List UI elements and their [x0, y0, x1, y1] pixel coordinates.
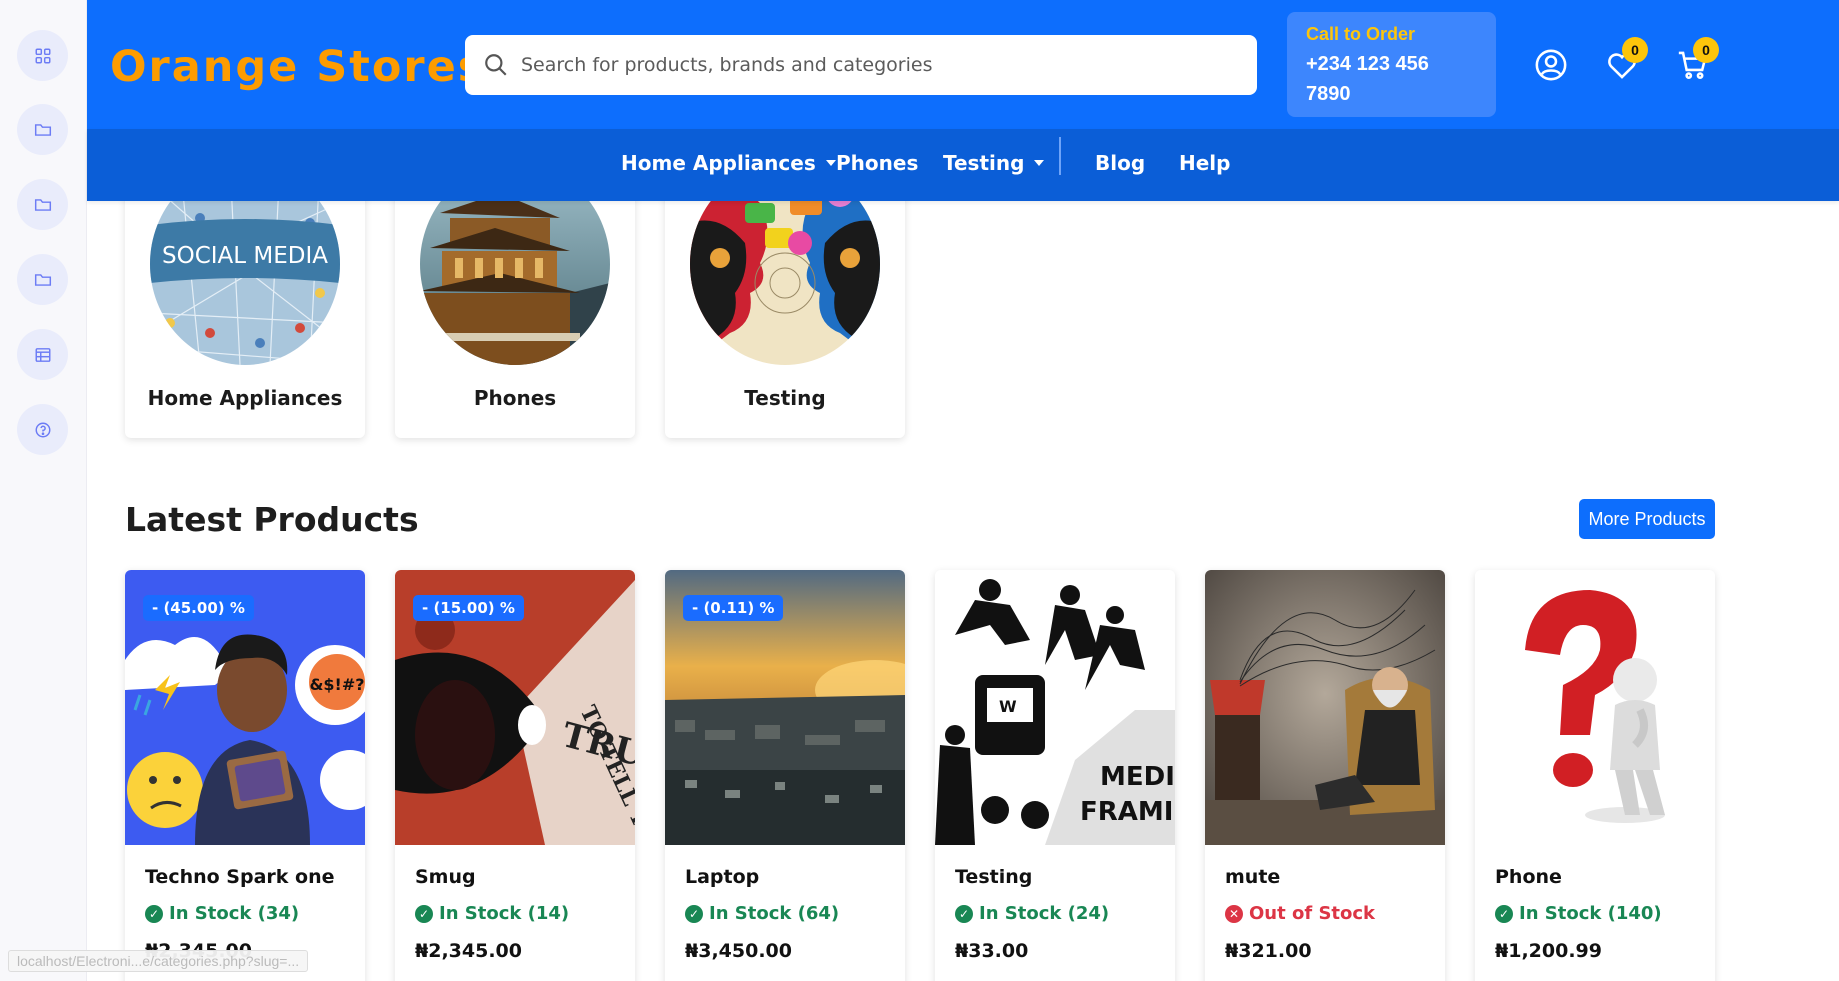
discount-badge: - (45.00) %: [143, 595, 254, 621]
stock-text: In Stock (64): [709, 903, 840, 924]
product-name[interactable]: Testing: [955, 866, 1032, 888]
nav-label: Home Appliances: [621, 151, 816, 175]
stock-text: In Stock (140): [1519, 903, 1662, 924]
nav-label: Blog: [1095, 151, 1146, 175]
category-card-testing[interactable]: Testing: [665, 160, 905, 438]
product-card[interactable]: &$!#? - (45.00) % Techno Spark one ✓ In …: [125, 570, 365, 981]
product-name[interactable]: Smug: [415, 866, 476, 888]
product-card[interactable]: - (0.11) % Laptop ✓ In Stock (64) ₦3,450…: [665, 570, 905, 981]
product-price: ₦3,450.00: [685, 940, 792, 962]
section-title: Latest Products: [125, 500, 419, 539]
stock-status: ✓ In Stock (14): [415, 903, 569, 924]
left-sidebar: [0, 0, 87, 981]
category-name: Home Appliances: [147, 386, 343, 410]
category-name: Phones: [473, 386, 557, 410]
cart-count-badge: 0: [1693, 37, 1719, 63]
table-icon[interactable]: [17, 329, 68, 380]
nav-item-testing[interactable]: Testing: [943, 151, 1045, 175]
product-card[interactable]: TO TELL YOU TRUT - (15.00) % Smug ✓ In S…: [395, 570, 635, 981]
stock-status: ✓ In Stock (140): [1495, 903, 1662, 924]
check-circle-icon: ✓: [955, 904, 973, 923]
svg-text:W: W: [999, 697, 1017, 716]
product-card[interactable]: Phone ✓ In Stock (140) ₦1,200.99: [1475, 570, 1715, 981]
help-icon[interactable]: [17, 404, 68, 455]
product-image: W MEDIA FRAMING: [935, 570, 1175, 845]
product-price: ₦321.00: [1225, 940, 1312, 962]
product-image: [1205, 570, 1445, 845]
discount-badge: - (0.11) %: [683, 595, 784, 621]
nav-label: Help: [1179, 151, 1231, 175]
stock-status: ✓ In Stock (34): [145, 903, 299, 924]
category-card-phones[interactable]: Phones: [395, 160, 635, 438]
stock-text: In Stock (34): [169, 903, 300, 924]
more-products-button[interactable]: More Products: [1579, 499, 1715, 539]
stock-status: ✓ In Stock (24): [955, 903, 1109, 924]
stock-text: In Stock (24): [979, 903, 1110, 924]
nav-item-home-appliances[interactable]: Home Appliances: [621, 151, 836, 175]
nav-item-blog[interactable]: Blog: [1095, 151, 1145, 175]
nav-label: Phones: [836, 151, 919, 175]
category-name: Testing: [744, 386, 826, 410]
folder-icon[interactable]: [17, 254, 68, 305]
discount-badge: - (15.00) %: [413, 595, 524, 621]
product-price: ₦33.00: [955, 940, 1029, 962]
check-circle-icon: ✓: [415, 904, 433, 923]
top-header: Orange Stores Call to Order +234 123 456…: [87, 0, 1839, 129]
product-card[interactable]: mute ✕ Out of Stock ₦321.00: [1205, 570, 1445, 981]
product-card[interactable]: W MEDIA FRAMING Testing ✓ In Stock (24) …: [935, 570, 1175, 981]
status-bar-url: localhost/Electroni...e/categories.php?s…: [8, 950, 309, 972]
product-name[interactable]: Laptop: [685, 866, 759, 888]
nav-divider: [1059, 137, 1061, 175]
call-to-order-box: Call to Order +234 123 456 7890: [1287, 12, 1496, 117]
nav-label: Testing: [943, 151, 1025, 175]
folder-icon[interactable]: [17, 104, 68, 155]
grid-icon[interactable]: [17, 30, 68, 81]
product-name[interactable]: Techno Spark one: [145, 866, 335, 888]
call-number[interactable]: +234 123 456 7890: [1306, 49, 1477, 109]
svg-text:MEDIA: MEDIA: [1100, 762, 1175, 792]
svg-text:SOCIAL MEDIA: SOCIAL MEDIA: [162, 243, 328, 269]
product-name[interactable]: mute: [1225, 866, 1280, 888]
search-icon: [485, 54, 507, 76]
search-bar[interactable]: [465, 35, 1257, 95]
x-circle-icon: ✕: [1225, 904, 1243, 923]
nav-item-phones[interactable]: Phones: [836, 151, 918, 175]
cart-button[interactable]: 0: [1673, 37, 1719, 85]
category-card-home-appliances[interactable]: SOCIAL MEDIA Home Appliances: [125, 160, 365, 438]
account-button[interactable]: [1531, 45, 1571, 85]
check-circle-icon: ✓: [145, 904, 163, 923]
product-price: ₦1,200.99: [1495, 940, 1602, 962]
stock-text: Out of Stock: [1249, 903, 1376, 924]
wishlist-button[interactable]: 0: [1602, 37, 1648, 85]
search-input[interactable]: [521, 54, 1221, 76]
stock-status: ✓ In Stock (64): [685, 903, 839, 924]
call-label: Call to Order: [1306, 24, 1416, 44]
folder-icon[interactable]: [17, 179, 68, 230]
wishlist-count-badge: 0: [1622, 37, 1648, 63]
svg-text:FRAMING: FRAMING: [1080, 797, 1175, 827]
caret-down-icon: [1034, 160, 1045, 166]
caret-down-icon: [825, 160, 836, 166]
check-circle-icon: ✓: [1495, 904, 1513, 923]
product-price: ₦2,345.00: [415, 940, 522, 962]
product-name[interactable]: Phone: [1495, 866, 1562, 888]
nav-item-help[interactable]: Help: [1179, 151, 1230, 175]
main-nav: Home Appliances Phones Testing Blog Help: [87, 129, 1839, 201]
store-logo[interactable]: Orange Stores: [110, 42, 485, 92]
check-circle-icon: ✓: [685, 904, 703, 923]
stock-text: In Stock (14): [439, 903, 570, 924]
product-image: [1475, 570, 1715, 845]
svg-text:&$!#?: &$!#?: [309, 675, 364, 694]
user-icon: [1535, 49, 1567, 81]
stock-status: ✕ Out of Stock: [1225, 903, 1375, 924]
